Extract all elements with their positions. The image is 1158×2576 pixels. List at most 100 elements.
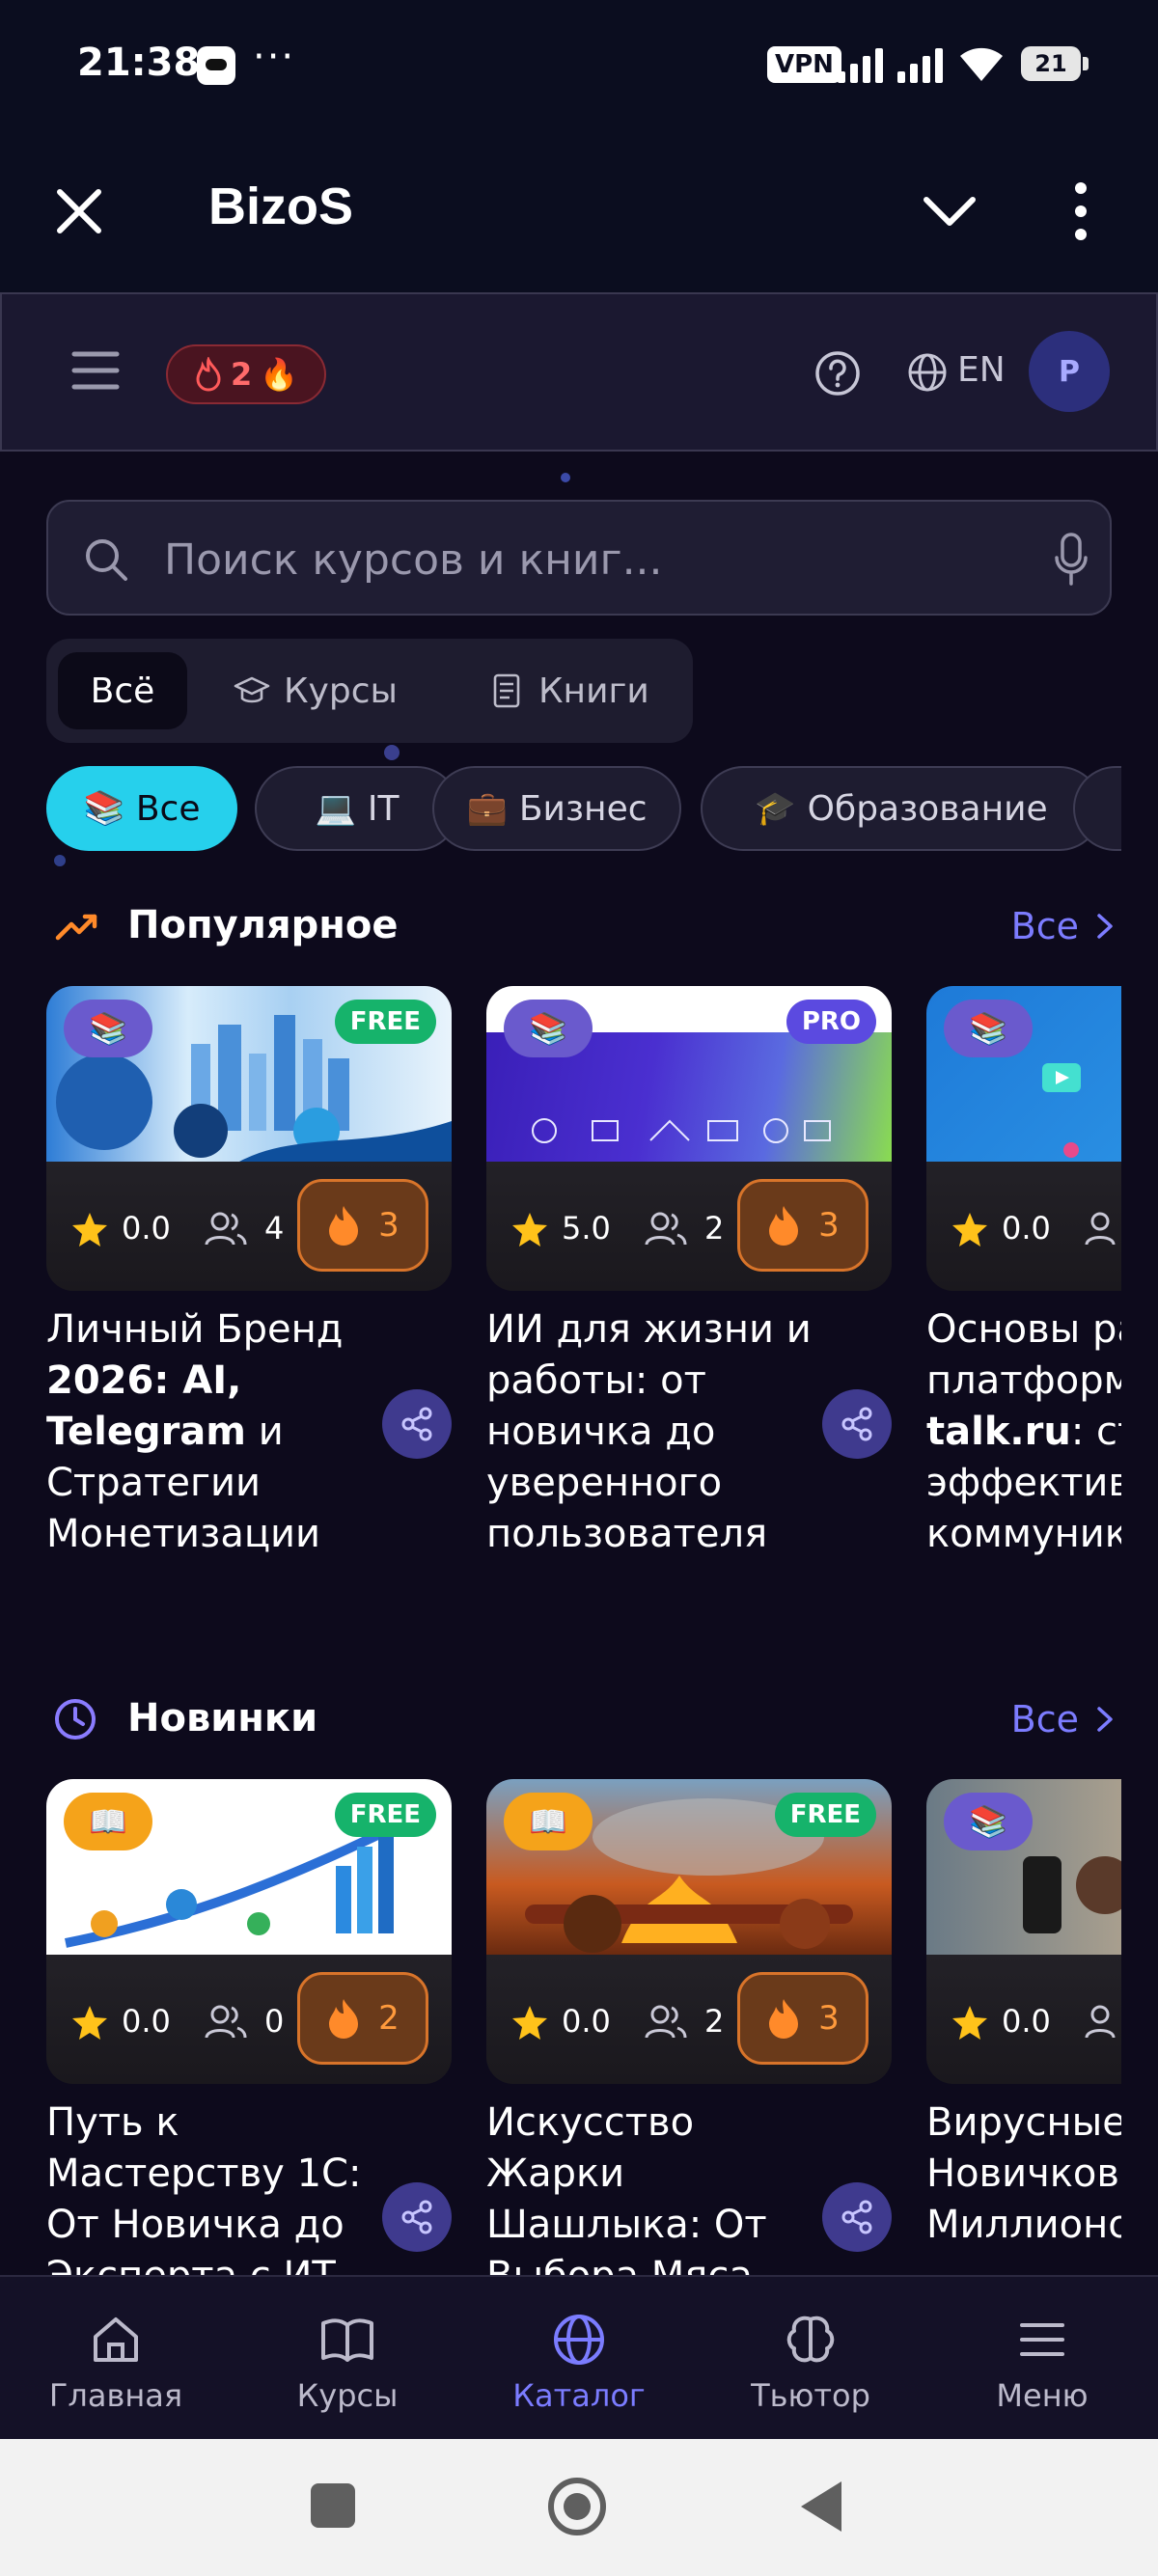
trending-up-icon — [55, 914, 97, 941]
site-header: 2 🔥 EN P — [0, 292, 1158, 452]
chip-all[interactable]: 📚 Все — [46, 766, 237, 851]
nav-label: Курсы — [296, 2377, 399, 2414]
book-type-badge: 📚 — [944, 1793, 1033, 1850]
users-icon — [645, 2005, 687, 2039]
more-notifications-icon: ··· — [253, 35, 296, 79]
card-title[interactable]: Основы работы на платформе pro-talk.ru: … — [926, 1304, 1121, 1560]
rating: 5.0 — [562, 1210, 611, 1247]
course-card[interactable]: 📚 0.0 Вирусные для Новичков: Идеи до Мил… — [926, 1779, 1121, 2275]
course-card[interactable]: 📖 FREE 0.0 0 2 Путь к Мастерству 1С: От … — [46, 1779, 452, 2275]
fire-count: 3 — [818, 1999, 840, 2038]
tier-badge: FREE — [334, 1793, 436, 1837]
card-thumbnail: 📚 FREE 0.0 4 3 — [46, 986, 452, 1291]
signal-icon — [838, 46, 884, 83]
fire-icon — [329, 1999, 359, 2039]
menu-icon — [1020, 2323, 1064, 2356]
nav-tutor[interactable]: Тьютор — [695, 2312, 926, 2427]
see-all-link[interactable]: Все — [1011, 1698, 1116, 1740]
tab-label: Книги — [538, 671, 649, 711]
streak-count: 2 — [230, 356, 253, 393]
nav-catalog[interactable]: Каталог — [463, 2312, 695, 2427]
recents-button[interactable] — [311, 2483, 355, 2528]
search-bar[interactable] — [46, 500, 1112, 616]
book-type-badge: 📖 — [504, 1793, 593, 1850]
rating: 0.0 — [562, 2003, 611, 2040]
card-title[interactable]: Путь к Мастерству 1С: От Новичка до Эксп… — [46, 2097, 374, 2275]
app-title: BizoS — [208, 178, 354, 235]
card-thumbnail: 📚 PRO 5.0 2 3 — [486, 986, 892, 1291]
fire-icon — [329, 1206, 359, 1246]
nav-label: Главная — [48, 2377, 183, 2414]
tab-courses[interactable]: Курсы — [210, 652, 421, 729]
fire-count-badge[interactable]: 3 — [737, 1972, 868, 2065]
card-title[interactable]: Личный Бренд 2026: AI, Telegram и Страте… — [46, 1304, 374, 1560]
course-card[interactable]: 📖 FREE 0.0 2 3 Искусство Жарки Шашлыка: … — [486, 1779, 892, 2275]
course-card[interactable]: 📚 FREE 0.0 4 3 Личный Бренд 2026: AI, Te… — [46, 986, 452, 1623]
system-navigation-bar — [0, 2439, 1158, 2576]
streak-badge[interactable]: 2 🔥 — [166, 344, 326, 404]
tier-badge: FREE — [774, 1793, 876, 1837]
graduation-cap-icon: 🎓 — [755, 789, 796, 828]
tab-books[interactable]: Книги — [465, 652, 673, 729]
share-button[interactable] — [382, 1389, 452, 1459]
hamburger-icon[interactable] — [71, 350, 120, 391]
globe-icon — [554, 2315, 604, 2365]
card-title[interactable]: Искусство Жарки Шашлыка: От Выбора Мяса … — [486, 2097, 814, 2275]
home-icon — [94, 2317, 138, 2362]
nav-courses[interactable]: Курсы — [232, 2312, 463, 2427]
course-card[interactable]: 📚 0.0 Основы работы на платформе pro-tal… — [926, 986, 1121, 1623]
nav-menu[interactable]: Меню — [926, 2312, 1158, 2427]
star-icon — [512, 2006, 547, 2040]
course-card[interactable]: 📚 PRO 5.0 2 3 ИИ для жизни и работы: от … — [486, 986, 892, 1623]
book-list-icon — [493, 673, 520, 708]
card-thumbnail: 📖 FREE 0.0 0 2 — [46, 1779, 452, 2084]
status-time: 21:38 — [77, 41, 201, 85]
more-vert-icon[interactable] — [1073, 180, 1089, 242]
decorative-dot — [54, 855, 66, 866]
card-title[interactable]: ИИ для жизни и работы: от новичка до уве… — [486, 1304, 814, 1560]
chip-it[interactable]: 💻 IT — [255, 766, 459, 851]
nav-home[interactable]: Главная — [0, 2312, 232, 2427]
mic-icon[interactable] — [1054, 533, 1089, 587]
clock-icon — [55, 1699, 96, 1740]
new-row: 📖 FREE 0.0 0 2 Путь к Мастерству 1С: От … — [46, 1779, 1121, 2275]
category-chips: 📚 Все 💻 IT 💼 Бизнес 🎓 Образование — [46, 766, 1121, 853]
chip-business[interactable]: 💼 Бизнес — [432, 766, 681, 851]
chip-label: Бизнес — [518, 788, 648, 829]
fire-count-badge[interactable]: 2 — [297, 1972, 428, 2065]
share-button[interactable] — [382, 2182, 452, 2252]
chip-label: Образование — [807, 788, 1048, 829]
card-title[interactable]: Вирусные для Новичков: Идеи до Миллионов — [926, 2097, 1121, 2251]
share-icon — [841, 1407, 872, 1441]
chevron-down-icon[interactable] — [921, 190, 979, 233]
tab-label: Курсы — [284, 671, 398, 711]
fire-icon — [769, 1206, 799, 1246]
students-count: 2 — [704, 2003, 725, 2040]
see-all-link[interactable]: Все — [1011, 905, 1116, 947]
close-icon[interactable] — [54, 186, 104, 236]
share-button[interactable] — [822, 2182, 892, 2252]
card-thumbnail: 📖 FREE 0.0 2 3 — [486, 1779, 892, 2084]
fire-count-badge[interactable]: 3 — [297, 1179, 428, 1272]
notification-app-icon — [197, 46, 235, 85]
tab-all[interactable]: Всё — [58, 652, 187, 729]
open-book-icon — [321, 2318, 373, 2362]
chevron-right-icon — [1097, 914, 1113, 939]
home-button[interactable] — [548, 2478, 606, 2535]
star-icon — [72, 2006, 107, 2040]
tab-label: Всё — [90, 671, 155, 711]
share-button[interactable] — [822, 1389, 892, 1459]
globe-icon[interactable] — [907, 352, 948, 393]
new-section-header: Новинки Все — [54, 1690, 1116, 1748]
avatar[interactable]: P — [1029, 331, 1110, 412]
search-input[interactable] — [164, 523, 1013, 596]
fire-count-badge[interactable]: 3 — [737, 1179, 868, 1272]
language-switcher[interactable]: EN — [957, 350, 1006, 390]
help-icon[interactable] — [814, 350, 861, 397]
users-icon — [1085, 1212, 1116, 1246]
students-count: 0 — [264, 2003, 285, 2040]
chip-education[interactable]: 🎓 Образование — [701, 766, 1102, 851]
nav-label: Каталог — [512, 2377, 646, 2414]
users-icon — [205, 2005, 247, 2039]
back-button[interactable] — [801, 2481, 841, 2532]
